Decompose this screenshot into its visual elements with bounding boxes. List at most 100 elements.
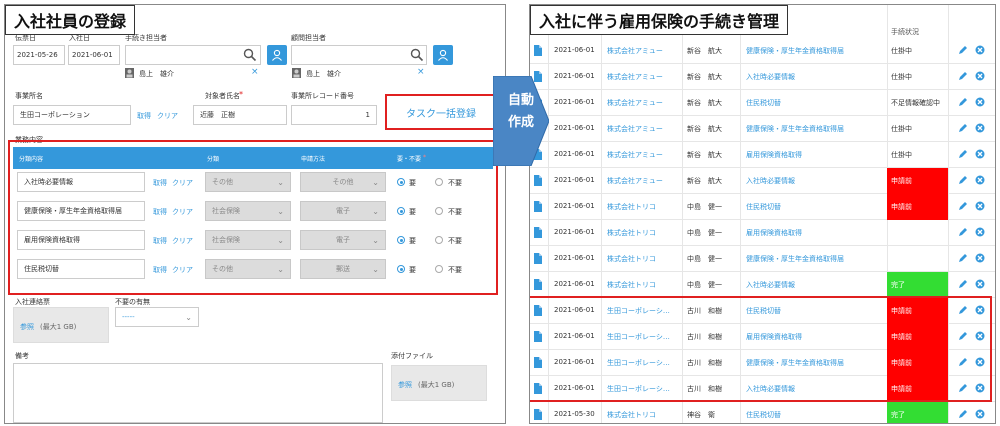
list-item[interactable]: 2021-06-01 株式会社アミュー 新谷 航大 住民税切替 不足情報確認中 (530, 90, 995, 116)
delete-icon[interactable] (975, 71, 985, 81)
edit-icon[interactable] (958, 279, 968, 289)
document-icon[interactable] (534, 253, 542, 264)
list-item-company[interactable]: 株式会社トリコ (607, 280, 679, 290)
list-item[interactable]: 2021-06-01 株式会社アミュー 新谷 航大 入社時必要情報 申請前 (530, 168, 995, 194)
delete-icon[interactable] (975, 383, 985, 393)
category-select[interactable]: その他 ⌄ (205, 259, 291, 279)
noneed-radio[interactable] (435, 236, 443, 244)
row-get-link[interactable]: 取得 (153, 178, 167, 188)
list-item[interactable]: 2021-06-01 生田コーポレーシ… 古川 和樹 入社時必要情報 申請前 (530, 376, 995, 402)
method-select[interactable]: その他 ⌄ (300, 172, 386, 192)
category-select[interactable]: 社会保険 ⌄ (205, 201, 291, 221)
advisor-owner-search-input[interactable] (291, 45, 427, 65)
document-icon[interactable] (534, 175, 542, 186)
row-get-link[interactable]: 取得 (153, 265, 167, 275)
no-need-select[interactable]: ----- ⌄ (115, 307, 199, 327)
list-item-company[interactable]: 株式会社トリコ (607, 228, 679, 238)
list-item-task[interactable]: 入社時必要情報 (746, 280, 884, 290)
delete-icon[interactable] (975, 357, 985, 367)
list-item-task[interactable]: 健康保険・厚生年金資格取得届 (746, 46, 884, 56)
task-content-input[interactable]: 雇用保険資格取得 (17, 230, 145, 250)
document-icon[interactable] (534, 45, 542, 56)
need-radio[interactable] (397, 207, 405, 215)
list-item[interactable]: 2021-06-01 株式会社トリコ 中島 健一 入社時必要情報 完了 (530, 272, 995, 298)
delete-icon[interactable] (975, 123, 985, 133)
document-icon[interactable] (534, 409, 542, 420)
delete-icon[interactable] (975, 97, 985, 107)
join-date-input[interactable]: 2021-06-01 (68, 45, 120, 65)
row-clear-link[interactable]: クリア (172, 236, 193, 246)
list-item-company[interactable]: 生田コーポレーシ… (607, 358, 679, 368)
edit-icon[interactable] (958, 123, 968, 133)
delete-icon[interactable] (975, 45, 985, 55)
category-select[interactable]: 社会保険 ⌄ (205, 230, 291, 250)
method-select[interactable]: 電子 ⌄ (300, 201, 386, 221)
edit-icon[interactable] (958, 383, 968, 393)
list-item-task[interactable]: 住民税切替 (746, 98, 884, 108)
delete-icon[interactable] (975, 149, 985, 159)
method-select[interactable]: 郵送 ⌄ (300, 259, 386, 279)
list-item-company[interactable]: 生田コーポレーシ… (607, 306, 679, 316)
list-item[interactable]: 2021-06-01 生田コーポレーシ… 古川 和樹 雇用保険資格取得 申請前 (530, 324, 995, 350)
list-item-company[interactable]: 生田コーポレーシ… (607, 332, 679, 342)
delete-icon[interactable] (975, 253, 985, 263)
task-content-input[interactable]: 住民税切替 (17, 259, 145, 279)
delete-icon[interactable] (975, 409, 985, 419)
list-item-task[interactable]: 健康保険・厚生年金資格取得届 (746, 358, 884, 368)
list-item[interactable]: 2021-06-01 株式会社トリコ 中島 健一 健康保険・厚生年金資格取得届 (530, 246, 995, 272)
document-icon[interactable] (534, 357, 542, 368)
list-item-task[interactable]: 入社時必要情報 (746, 176, 884, 186)
list-item-company[interactable]: 株式会社アミュー (607, 46, 679, 56)
delete-icon[interactable] (975, 305, 985, 315)
list-item-task[interactable]: 雇用保険資格取得 (746, 228, 884, 238)
remove-user-icon[interactable]: × (251, 67, 259, 77)
need-radio[interactable] (397, 265, 405, 273)
list-item-company[interactable]: 株式会社トリコ (607, 254, 679, 264)
delete-icon[interactable] (975, 175, 985, 185)
edit-icon[interactable] (958, 71, 968, 81)
list-item[interactable]: 2021-06-01 株式会社トリコ 中島 健一 雇用保険資格取得 (530, 220, 995, 246)
office-record-input[interactable]: 1 (291, 105, 377, 125)
edit-icon[interactable] (958, 149, 968, 159)
target-name-input[interactable]: 近藤 正樹 (193, 105, 287, 125)
delete-icon[interactable] (975, 279, 985, 289)
office-get-link[interactable]: 取得 (137, 111, 151, 121)
list-item-task[interactable]: 健康保険・厚生年金資格取得届 (746, 254, 884, 264)
document-icon[interactable] (534, 383, 542, 394)
entry-date-input[interactable]: 2021-05-26 (13, 45, 65, 65)
search-icon[interactable] (243, 48, 257, 62)
office-name-input[interactable]: 生田コーポレーション (13, 105, 131, 125)
edit-icon[interactable] (958, 253, 968, 263)
document-icon[interactable] (534, 201, 542, 212)
contact-ref-link[interactable]: 参照 (20, 322, 34, 332)
task-content-input[interactable]: 健康保険・厚生年金資格取得届 (17, 201, 145, 221)
list-item-company[interactable]: 株式会社トリコ (607, 202, 679, 212)
list-item[interactable]: 2021-06-01 株式会社アミュー 新谷 航大 健康保険・厚生年金資格取得届… (530, 116, 995, 142)
edit-icon[interactable] (958, 331, 968, 341)
list-item[interactable]: 2021-06-01 生田コーポレーシ… 古川 和樹 住民税切替 申請前 (530, 298, 995, 324)
row-get-link[interactable]: 取得 (153, 236, 167, 246)
document-icon[interactable] (534, 279, 542, 290)
document-icon[interactable] (534, 227, 542, 238)
bulk-task-register-button[interactable]: タスク一括登録 (385, 94, 497, 130)
edit-icon[interactable] (958, 357, 968, 367)
delete-icon[interactable] (975, 201, 985, 211)
list-item-company[interactable]: 株式会社アミュー (607, 98, 679, 108)
edit-icon[interactable] (958, 201, 968, 211)
list-item-company[interactable]: 株式会社アミュー (607, 124, 679, 134)
noneed-radio[interactable] (435, 265, 443, 273)
edit-icon[interactable] (958, 97, 968, 107)
list-item-company[interactable]: 株式会社トリコ (607, 410, 679, 420)
method-select[interactable]: 電子 ⌄ (300, 230, 386, 250)
remove-user-icon[interactable]: × (417, 67, 425, 77)
attach-ref-link[interactable]: 参照 (398, 380, 412, 390)
office-clear-link[interactable]: クリア (157, 111, 178, 121)
list-item[interactable]: 2021-06-01 株式会社トリコ 中島 健一 住民税切替 申請前 (530, 194, 995, 220)
list-item[interactable]: 2021-05-30 株式会社トリコ 神谷 衛 住民税切替 完了 (530, 402, 995, 423)
delete-icon[interactable] (975, 331, 985, 341)
list-item-company[interactable]: 株式会社アミュー (607, 150, 679, 160)
delete-icon[interactable] (975, 227, 985, 237)
need-radio[interactable] (397, 178, 405, 186)
row-clear-link[interactable]: クリア (172, 265, 193, 275)
list-item-task[interactable]: 入社時必要情報 (746, 72, 884, 82)
